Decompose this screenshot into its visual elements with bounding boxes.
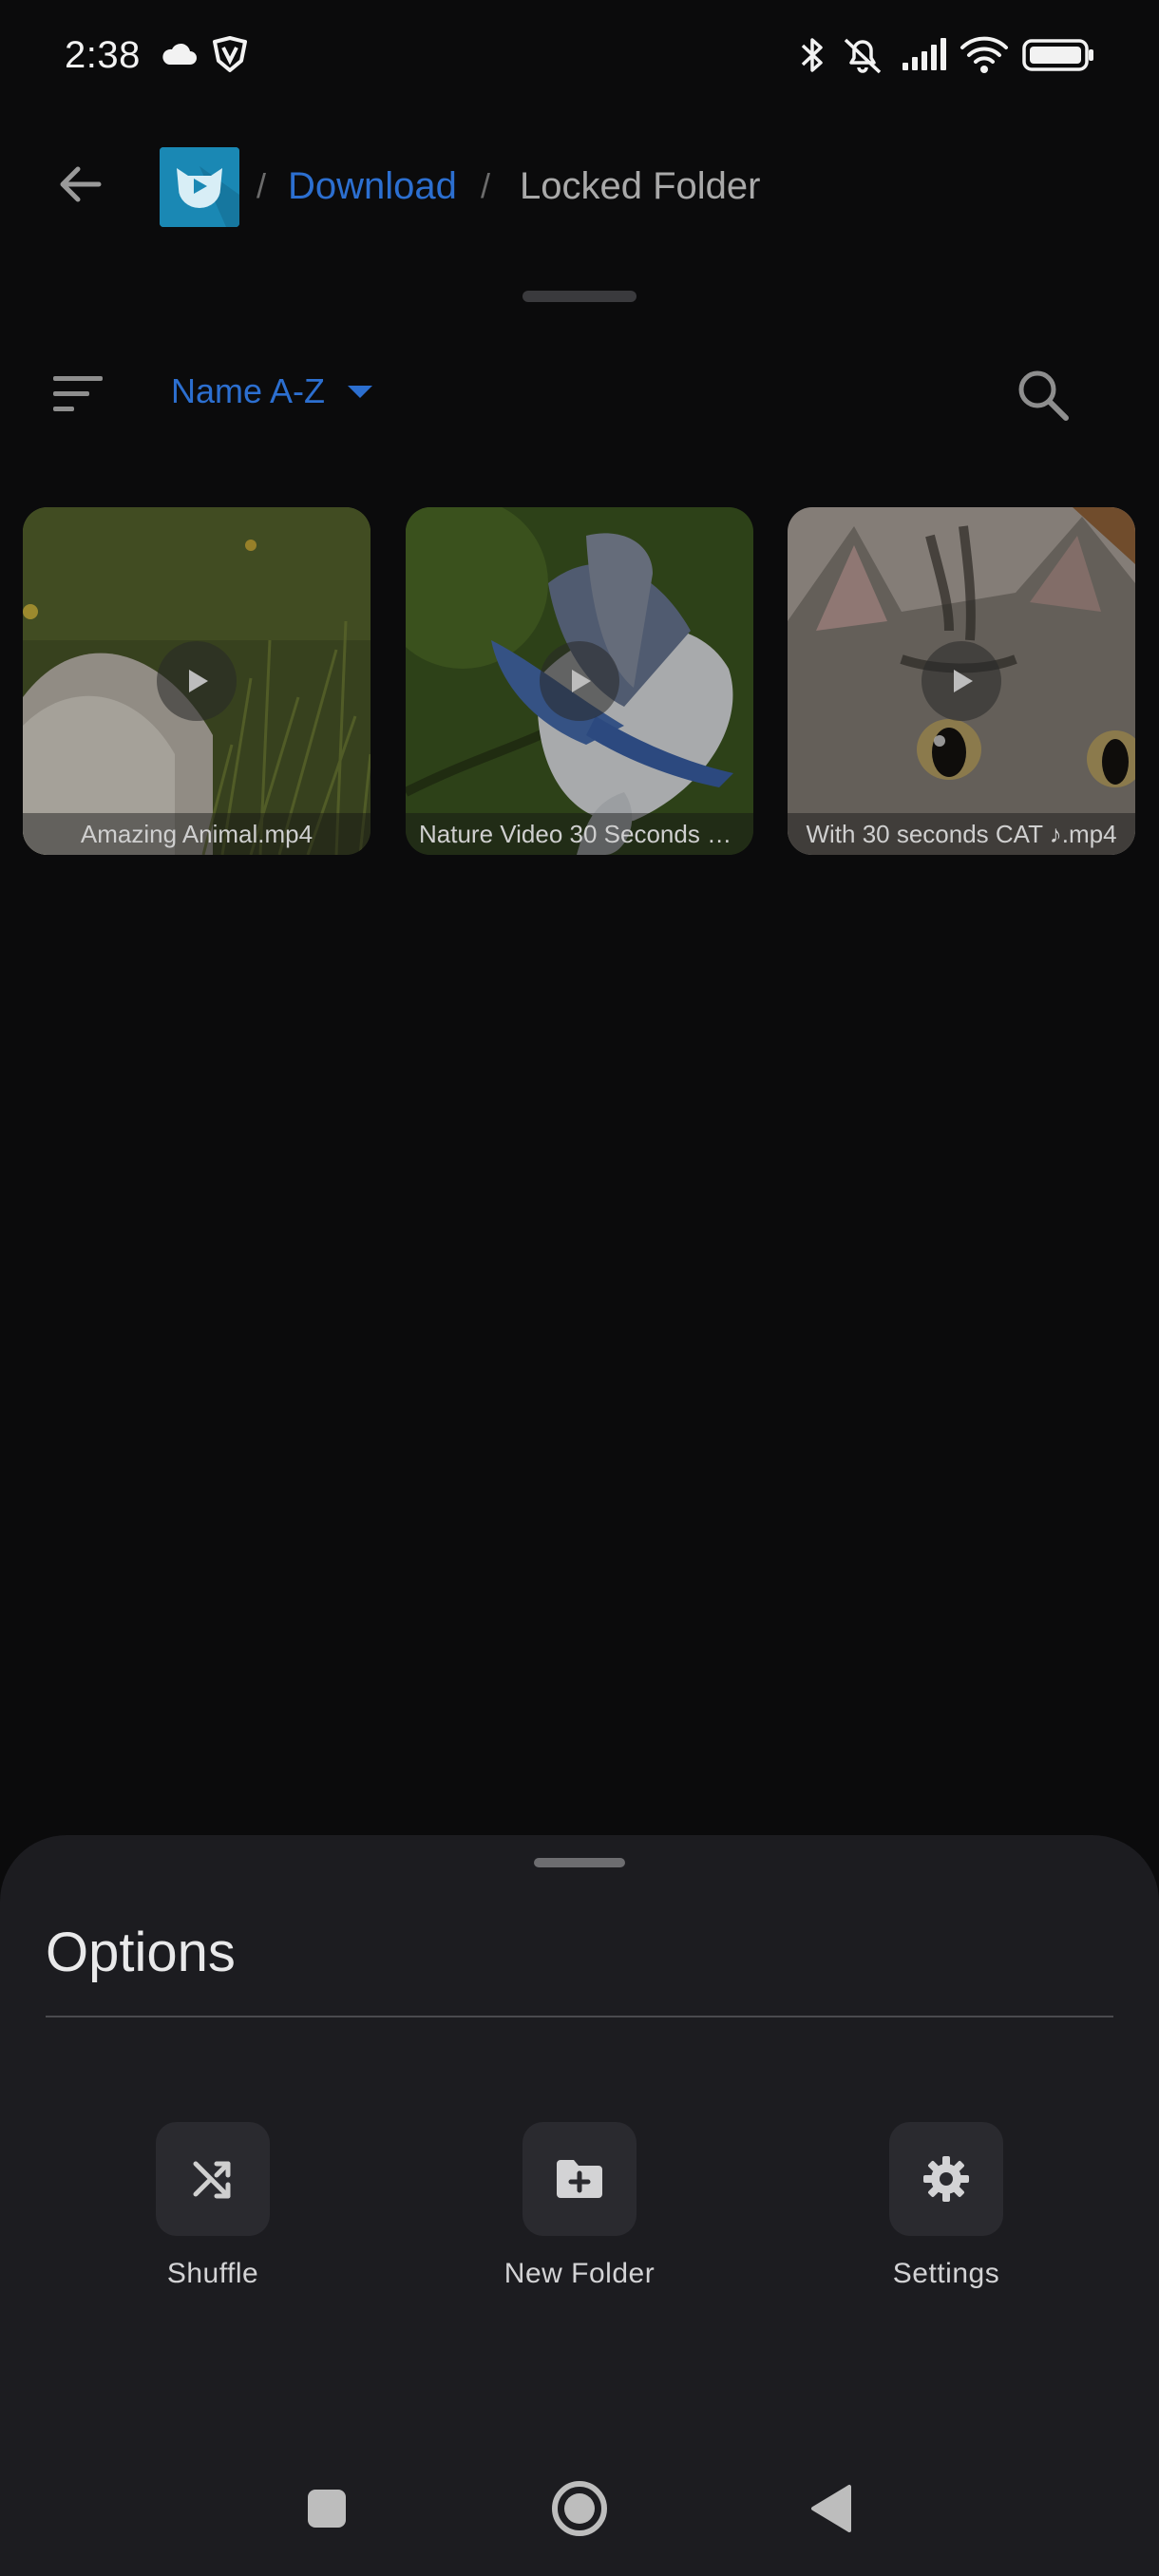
sort-dropdown[interactable]: Name A-Z [171, 369, 374, 414]
shield-v-icon [213, 36, 247, 72]
signal-icon [902, 38, 946, 70]
bluetooth-icon [801, 38, 823, 72]
battery-icon [1022, 39, 1093, 71]
sort-label: Name A-Z [171, 371, 326, 410]
drag-handle[interactable] [522, 291, 636, 302]
settings-label: Settings [892, 2258, 1000, 2289]
search-button[interactable] [1007, 359, 1079, 431]
cloud-icon [162, 43, 197, 65]
caret-down-icon [348, 386, 373, 398]
play-icon [572, 670, 591, 692]
video-title: Nature Video 30 Seconds W... [406, 813, 753, 855]
folder-plus-icon [557, 2160, 602, 2198]
play-icon [189, 670, 208, 692]
new-folder-button[interactable] [522, 2122, 636, 2236]
sheet-divider [46, 2016, 1113, 2017]
sort-lines-icon [53, 376, 103, 411]
video-tile[interactable]: Nature Video 30 Seconds W... [406, 507, 753, 855]
play-button[interactable] [540, 641, 619, 721]
home-circle-icon [552, 2481, 607, 2536]
breadcrumb-separator: / [256, 166, 267, 205]
play-button[interactable] [922, 641, 1001, 721]
video-title: Amazing Animal.mp4 [23, 813, 370, 855]
wifi-icon [960, 36, 1008, 73]
recents-button[interactable] [294, 2475, 360, 2542]
app-logo[interactable] [160, 147, 239, 227]
sheet-drag-handle[interactable] [534, 1858, 625, 1867]
play-icon [954, 670, 973, 692]
breadcrumb-download[interactable]: Download [288, 161, 457, 211]
fox-play-logo [160, 147, 239, 227]
search-icon [1018, 370, 1069, 421]
arrow-left-icon [60, 166, 102, 202]
video-tile[interactable]: With 30 seconds CAT ♪.mp4 [788, 507, 1135, 855]
status-bar: 2:38 [0, 0, 1159, 112]
shuffle-icon [193, 2161, 231, 2199]
home-button[interactable] [546, 2475, 613, 2542]
sort-button[interactable] [46, 365, 114, 422]
video-tile[interactable]: Amazing Animal.mp4 [23, 507, 370, 855]
breadcrumb-separator: / [481, 166, 491, 205]
gear-icon [923, 2156, 969, 2202]
system-back-button[interactable] [798, 2475, 864, 2542]
back-button[interactable] [40, 144, 120, 224]
status-time: 2:38 [65, 34, 141, 76]
shuffle-label: Shuffle [166, 2258, 259, 2289]
new-folder-label: New Folder [504, 2258, 656, 2289]
play-button[interactable] [157, 641, 237, 721]
recents-square-icon [308, 2490, 346, 2528]
back-triangle-icon [811, 2485, 851, 2532]
video-title: With 30 seconds CAT ♪.mp4 [788, 813, 1135, 855]
settings-button[interactable] [889, 2122, 1003, 2236]
bell-off-icon [844, 38, 882, 74]
shuffle-button[interactable] [156, 2122, 270, 2236]
sheet-title: Options [46, 1922, 236, 1983]
breadcrumb-current: Locked Folder [520, 165, 761, 207]
